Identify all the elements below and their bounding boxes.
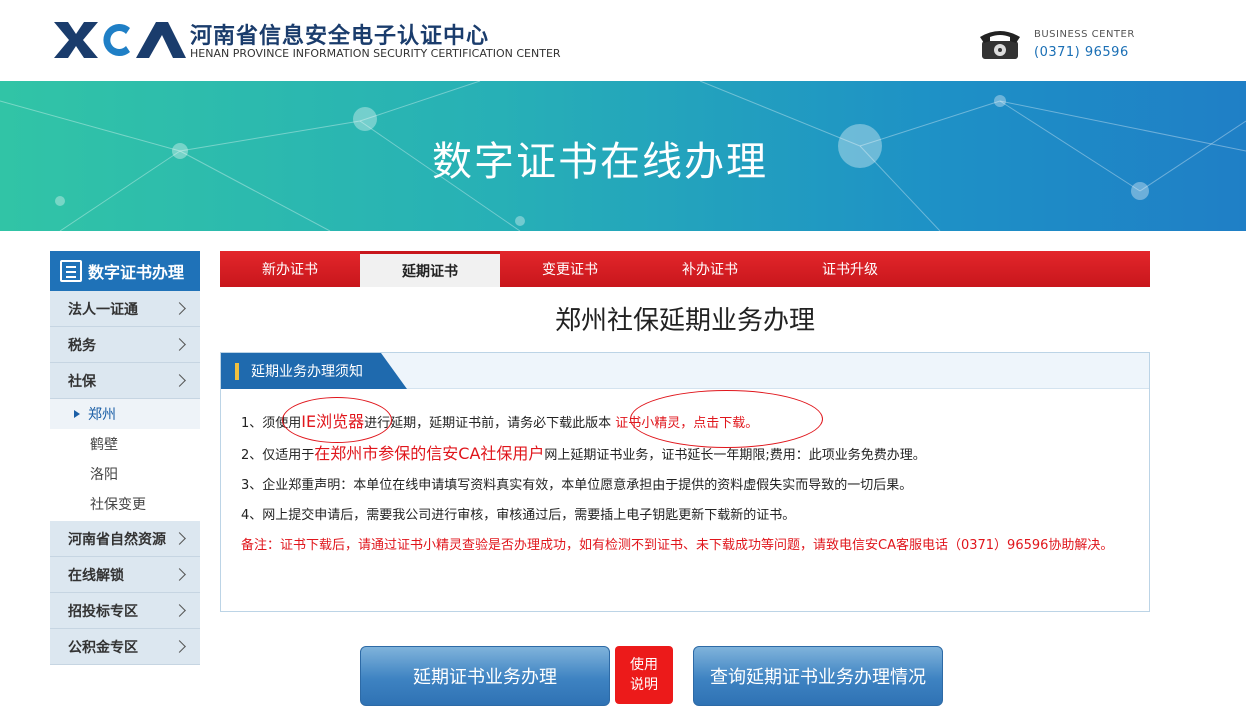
sidebar-item-corporate[interactable]: 法人一证通 xyxy=(50,291,200,327)
notice-header: 延期业务办理须知 xyxy=(221,353,1149,389)
sidebar-item-natural-resources[interactable]: 河南省自然资源 xyxy=(50,521,200,557)
sidebar-subitem-change[interactable]: 社保变更 xyxy=(50,489,200,519)
notice-heading-tab: 延期业务办理须知 xyxy=(221,353,407,389)
sidebar-item-label: 法人一证通 xyxy=(68,301,138,318)
business-center-label: BUSINESS CENTER xyxy=(1034,29,1135,40)
sidebar-heading-label: 数字证书办理 xyxy=(88,263,185,282)
page-title: 郑州社保延期业务办理 xyxy=(554,306,815,336)
tab-change-certificate[interactable]: 变更证书 xyxy=(500,251,640,287)
sidebar-item-label: 社保 xyxy=(68,373,96,390)
sidebar-item-label: 在线解锁 xyxy=(68,567,124,584)
sidebar-subitem-label: 鹤壁 xyxy=(90,437,118,453)
sidebar-item-label: 河南省自然资源 xyxy=(68,531,166,548)
sidebar-item-label: 税务 xyxy=(68,337,96,354)
xaca-logo[interactable] xyxy=(52,18,186,62)
help-label-line1: 使用 xyxy=(630,657,658,673)
sidebar-item-housing-fund[interactable]: 公积金专区 xyxy=(50,629,200,665)
chevron-right-icon xyxy=(173,532,186,545)
notice-text: 进行延期，延期证书前，请务必下载此版本 xyxy=(364,416,616,431)
extend-certificate-button[interactable]: 延期证书业务办理 xyxy=(360,646,610,706)
sidebar: 数字证书办理 法人一证通 税务 社保 郑州 鹤壁 洛阳 社保变更 河南省自然资源… xyxy=(50,251,200,665)
sidebar-item-bidding[interactable]: 招投标专区 xyxy=(50,593,200,629)
hero-banner: 数字证书在线办理 xyxy=(0,81,1246,231)
notice-line-3: 3、企业郑重声明：本单位在线申请填写资料真实有效，本单位愿意承担由于提供的资料虚… xyxy=(241,478,913,493)
sidebar-item-social-security[interactable]: 社保 xyxy=(50,363,200,399)
sidebar-subitem-luoyang[interactable]: 洛阳 xyxy=(50,459,200,489)
tab-extend-certificate[interactable]: 延期证书 xyxy=(360,251,500,287)
tab-new-certificate[interactable]: 新办证书 xyxy=(220,251,360,287)
heading-bar-icon xyxy=(235,363,239,380)
telephone-icon xyxy=(980,31,1020,59)
tab-reissue-certificate[interactable]: 补办证书 xyxy=(640,251,780,287)
usage-instructions-button[interactable]: 使用 说明 xyxy=(615,646,673,704)
chevron-right-icon xyxy=(173,568,186,581)
sidebar-subitem-label: 郑州 xyxy=(88,407,116,423)
document-icon xyxy=(60,260,82,282)
notice-text: 2、仅适用于 xyxy=(241,448,315,463)
notice-line-4: 4、网上提交申请后，需要我公司进行审核，审核通过后，需要插上电子钥匙更新下载新的… xyxy=(241,508,796,523)
org-name-cn: 河南省信息安全电子认证中心 xyxy=(190,24,490,49)
sidebar-subitem-zhengzhou[interactable]: 郑州 xyxy=(50,399,200,429)
chevron-right-icon xyxy=(173,338,186,351)
notice-heading: 延期业务办理须知 xyxy=(251,364,363,380)
triangle-right-icon xyxy=(74,410,80,418)
notice-panel: 延期业务办理须知 1、须使用IE浏览器进行延期，延期证书前，请务必下载此版本 证… xyxy=(220,352,1150,612)
banner-title: 数字证书在线办理 xyxy=(432,139,768,185)
notice-text: 网上延期证书业务，证书延长一年期限;费用：此项业务免费办理。 xyxy=(544,448,926,463)
notice-remark: 备注：证书下载后，请通过证书小精灵查验是否办理成功，如有检测不到证书、未下载成功… xyxy=(241,538,1114,553)
sidebar-item-tax[interactable]: 税务 xyxy=(50,327,200,363)
eligible-users-highlight: 在郑州市参保的信安CA社保用户 xyxy=(314,444,545,463)
help-label-line2: 说明 xyxy=(630,677,658,693)
sidebar-item-label: 公积金专区 xyxy=(68,639,138,656)
annotation-circle xyxy=(630,390,823,448)
org-name-en: HENAN PROVINCE INFORMATION SECURITY CERT… xyxy=(190,47,561,60)
sidebar-item-online-unlock[interactable]: 在线解锁 xyxy=(50,557,200,593)
tab-bar: 新办证书 延期证书 变更证书 补办证书 证书升级 xyxy=(220,251,1150,287)
annotation-circle xyxy=(282,397,392,443)
chevron-right-icon xyxy=(173,302,186,315)
site-header: 河南省信息安全电子认证中心 HENAN PROVINCE INFORMATION… xyxy=(0,0,1246,81)
sidebar-item-label: 招投标专区 xyxy=(68,603,138,620)
sidebar-heading: 数字证书办理 xyxy=(50,251,200,291)
sidebar-subitem-label: 社保变更 xyxy=(90,497,146,513)
sidebar-subitem-hebi[interactable]: 鹤壁 xyxy=(50,429,200,459)
query-extension-status-button[interactable]: 查询延期证书业务办理情况 xyxy=(693,646,943,706)
chevron-right-icon xyxy=(173,604,186,617)
business-phone: (0371) 96596 xyxy=(1034,45,1129,60)
tab-upgrade-certificate[interactable]: 证书升级 xyxy=(780,251,920,287)
chevron-right-icon xyxy=(173,374,186,387)
chevron-right-icon xyxy=(173,640,186,653)
sidebar-subitem-label: 洛阳 xyxy=(90,467,118,483)
